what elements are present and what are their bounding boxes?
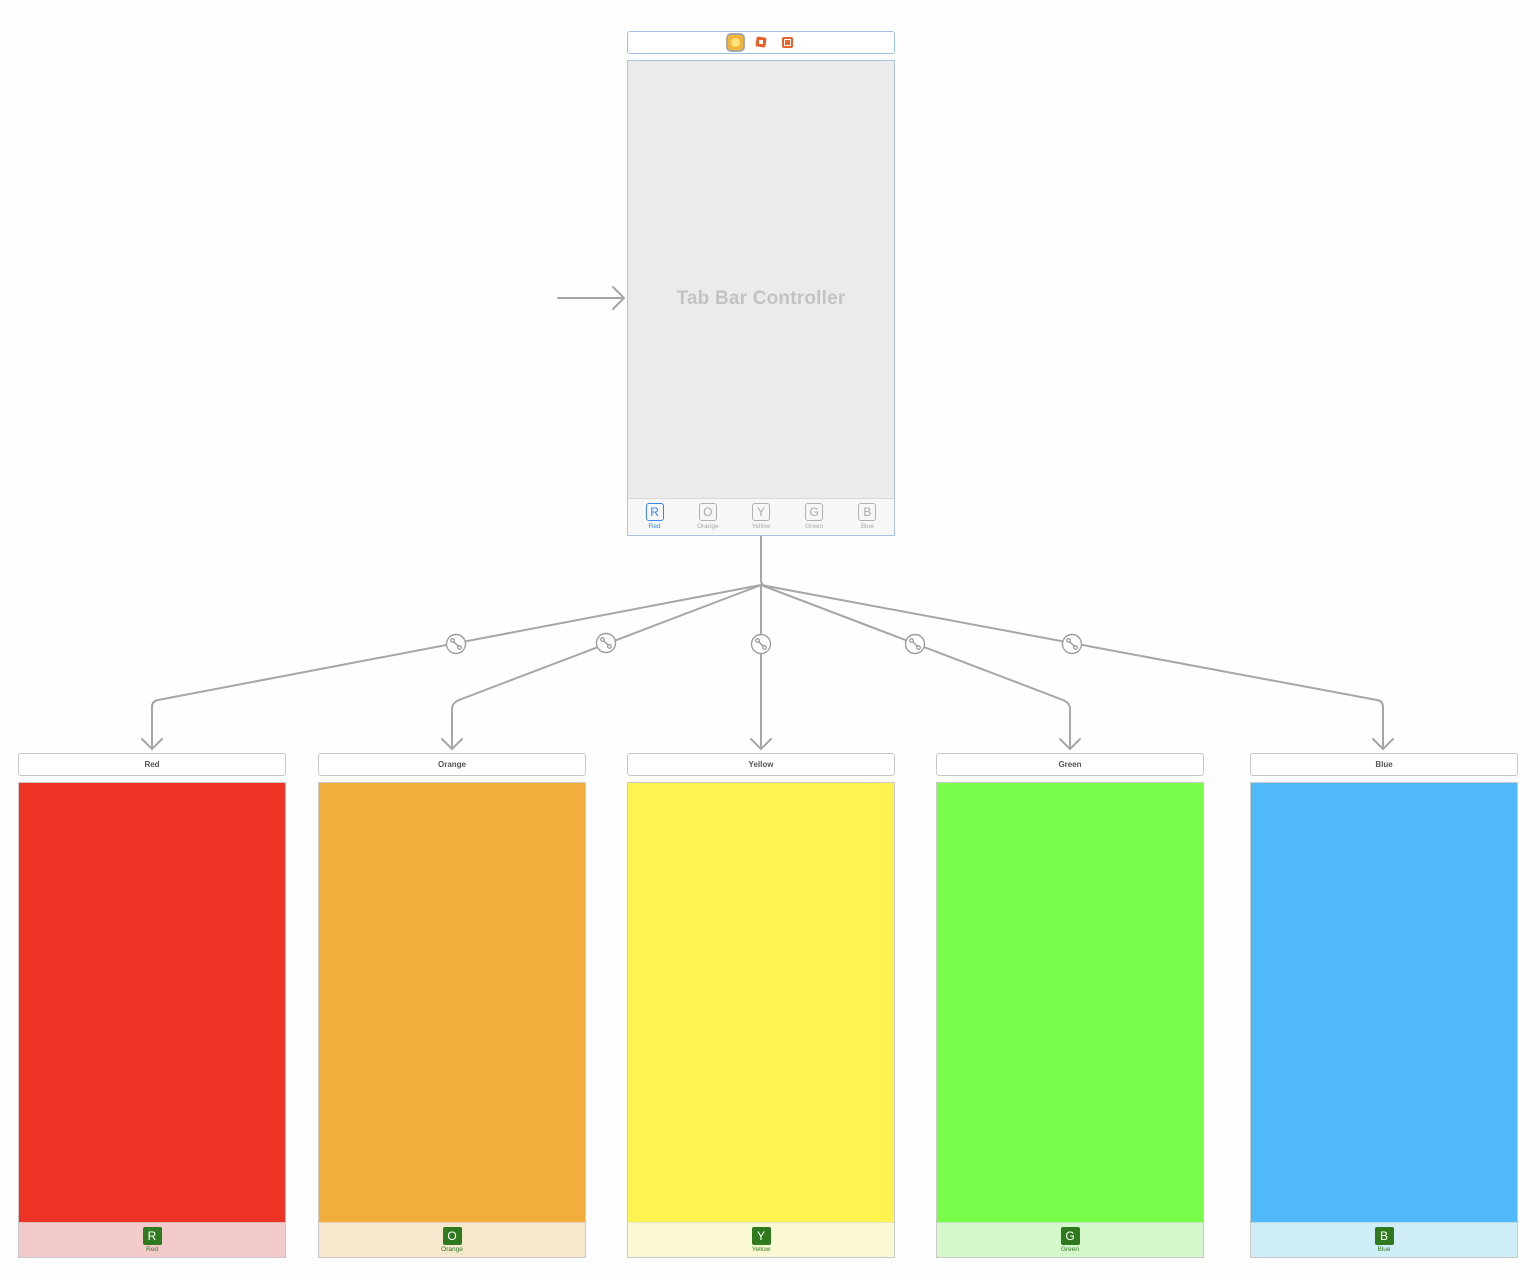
tab-badge-label-blue: Blue — [1377, 1246, 1391, 1253]
scene-header-blue[interactable]: Blue — [1250, 753, 1518, 776]
tab-badge-orange: O — [442, 1227, 462, 1245]
tab-label-green: Green — [805, 523, 824, 530]
segue-trunk — [760, 535, 768, 587]
tab-bar[interactable]: R Red O Orange Y Yellow G Green B Blue — [628, 498, 894, 535]
scene-view-blue[interactable]: B Blue — [1250, 782, 1518, 1258]
initial-vc-arrow — [557, 286, 625, 310]
tab-bar-controller-dock[interactable] — [627, 31, 895, 54]
tab-glyph-red: R — [645, 503, 664, 521]
tab-badge-label-yellow: Yellow — [751, 1246, 771, 1253]
segue-icon-yellow — [750, 633, 772, 655]
exit-icon[interactable] — [780, 35, 795, 50]
tab-orange[interactable]: O Orange — [682, 499, 734, 530]
scene-view-red[interactable]: R Red — [18, 782, 286, 1258]
segue-icons — [445, 632, 1083, 655]
first-responder-icon[interactable] — [754, 35, 769, 50]
segue-icon-red — [445, 633, 467, 655]
tab-badge-label-red: Red — [146, 1246, 158, 1253]
tab-green[interactable]: G Green — [788, 499, 840, 530]
scene-header-red[interactable]: Red — [18, 753, 286, 776]
tab-badge-yellow: Y — [751, 1227, 771, 1245]
tab-label-orange: Orange — [696, 523, 719, 530]
tab-glyph-orange: O — [698, 503, 717, 521]
scene-tab-bar-blue[interactable]: B Blue — [1251, 1222, 1517, 1257]
tab-bar-controller-scene[interactable]: Tab Bar Controller R Red O Orange Y Yell… — [627, 60, 895, 536]
tab-glyph-green: G — [805, 503, 824, 521]
tab-yellow[interactable]: Y Yellow — [735, 499, 787, 530]
scene-tab-bar-green[interactable]: G Green — [937, 1222, 1203, 1257]
segue-line-orange — [451, 584, 762, 750]
segue-icon-green — [904, 633, 926, 655]
tab-badge-green: G — [1060, 1227, 1080, 1245]
tab-red[interactable]: R Red — [629, 499, 681, 530]
segue-line-blue — [760, 584, 1384, 750]
segue-icon-blue — [1061, 633, 1083, 655]
tab-badge-red: R — [142, 1227, 162, 1245]
scene-view-green[interactable]: G Green — [936, 782, 1204, 1258]
tab-glyph-yellow: Y — [751, 503, 770, 521]
tab-label-blue: Blue — [860, 523, 874, 530]
scene-header-yellow[interactable]: Yellow — [627, 753, 895, 776]
tab-label-yellow: Yellow — [751, 523, 771, 530]
segue-line-red — [151, 584, 762, 750]
tab-label-red: Red — [648, 523, 661, 530]
scene-header-green[interactable]: Green — [936, 753, 1204, 776]
scene-title: Tab Bar Controller — [676, 288, 846, 309]
scene-tab-bar-orange[interactable]: O Orange — [319, 1222, 585, 1257]
tab-badge-label-green: Green — [1060, 1246, 1080, 1253]
segue-line-green — [760, 584, 1071, 750]
tab-badge-blue: B — [1374, 1227, 1394, 1245]
segue-icon-orange — [595, 632, 617, 654]
scene-tab-bar-yellow[interactable]: Y Yellow — [628, 1222, 894, 1257]
tab-glyph-blue: B — [858, 503, 877, 521]
tab-blue[interactable]: B Blue — [841, 499, 893, 530]
tab-badge-label-orange: Orange — [441, 1246, 463, 1253]
scene-view-yellow[interactable]: Y Yellow — [627, 782, 895, 1258]
view-controller-icon[interactable] — [727, 35, 743, 50]
scene-header-orange[interactable]: Orange — [318, 753, 586, 776]
scene-tab-bar-red[interactable]: R Red — [19, 1222, 285, 1257]
scene-view-orange[interactable]: O Orange — [318, 782, 586, 1258]
